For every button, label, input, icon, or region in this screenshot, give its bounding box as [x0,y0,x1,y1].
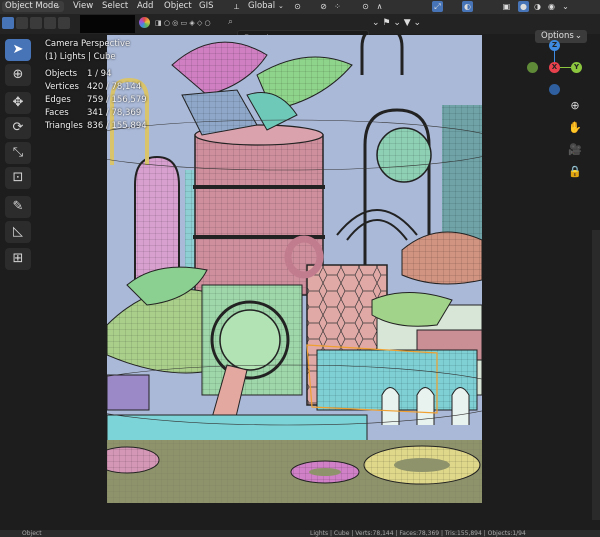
gizmo-x-ball[interactable]: X [549,62,560,73]
orientation-label[interactable]: Global [248,0,275,12]
navigation-gizmo[interactable]: Z X Y [525,38,585,98]
mode-selector[interactable]: Object Mode ⌄ [2,1,64,12]
stat-edges: Edges 759 / 156,579 [45,95,147,105]
measure-tool[interactable]: ◺ [5,221,31,243]
overlay-toggle-icon[interactable]: ◐ [462,1,473,12]
menu-view[interactable]: View [73,0,93,12]
menu-add[interactable]: Add [137,0,153,12]
cursor-tool[interactable]: ⊕ [5,64,31,86]
black-panel [80,15,135,33]
camera-view-icon[interactable]: 🎥 [568,143,582,157]
move-arrows-icon: ✥ [12,95,24,110]
snap-icon[interactable]: ⊘ [318,1,329,12]
viewport-stats-overlay: Camera Perspective (1) Lights | Cube Obj… [45,38,147,133]
transform-tool[interactable]: ⊡ [5,167,31,189]
filter-toggle-icons[interactable]: ⌄ ⚑ ⌄ ▼ ⌄ [372,17,442,29]
transform-icon: ⊡ [12,170,24,185]
mode-label: Object Mode [5,1,59,11]
shading-options-icon[interactable]: ⌄ [560,1,571,12]
view-name: Camera Perspective [45,39,131,49]
menu-object[interactable]: Object [164,0,192,12]
header-bar: Object Mode ⌄ View Select Add Object GIS… [0,0,600,14]
gizmo-toggle-icon[interactable]: ⤢ [432,1,443,12]
proportional-edit-icon[interactable]: ⊙ [360,1,371,12]
stat-objects: Objects 1 / 94 [45,69,112,79]
stat-vertices: Vertices 420 / 78,144 [45,82,142,92]
pencil-icon: ✎ [12,199,24,214]
lock-icon[interactable]: 🔒 [568,165,582,179]
crosshair-icon: ⊕ [12,67,24,82]
select-mode-subtract-icon[interactable] [30,17,42,29]
cursor-arrow-icon: ➤ [12,42,24,57]
camera-viewport[interactable] [107,35,482,503]
visibility-icons[interactable]: ◨ ○ ◎ ▭ ◈ ◇ ○ [155,19,225,27]
shading-solid-icon[interactable]: ● [518,1,529,12]
chevron-down-icon: ⌄ [278,2,284,10]
pan-hand-icon[interactable]: ✋ [568,121,582,135]
orientation-icon: ⟂ [233,2,240,11]
zoom-icon[interactable]: ⊕ [568,99,582,113]
stat-triangles: Triangles 836 / 155,894 [45,121,147,131]
menu-select[interactable]: Select [102,0,128,12]
gizmo-neg-y-ball[interactable] [527,62,538,73]
rotate-tool[interactable]: ⟳ [5,117,31,139]
status-stats: Lights | Cube | Verts:78,144 | Faces:78,… [310,530,526,537]
search-icon: ⌕ [228,17,234,27]
move-tool[interactable]: ✥ [5,92,31,114]
gizmo-neg-z-ball[interactable] [549,84,560,95]
shading-rendered-icon[interactable]: ◉ [546,1,557,12]
chevron-down-icon: ⌄ [55,2,61,10]
snap-settings-icon[interactable]: ⁘ [332,1,343,12]
add-cube-icon: ⊞ [12,251,24,266]
rotate-icon: ⟳ [12,120,24,135]
select-mode-new-icon[interactable] [2,17,14,29]
status-mode: Object [22,530,42,537]
filter-icon[interactable] [139,17,150,28]
select-mode-intersect-icon[interactable] [58,17,70,29]
select-mode-invert-icon[interactable] [44,17,56,29]
tool-settings-bar: ◨ ○ ◎ ▭ ◈ ◇ ○ Search ⌕ ⌄ ⚑ ⌄ ▼ ⌄ Options… [0,14,600,45]
gizmo-y-ball[interactable]: Y [571,62,582,73]
add-cube-tool[interactable]: ⊞ [5,248,31,270]
falloff-icon[interactable]: ∧ [374,1,385,12]
select-mode-extend-icon[interactable] [16,17,28,29]
ruler-icon: ◺ [13,224,23,239]
xray-icon[interactable]: ▣ [501,1,512,12]
select-box-tool[interactable]: ➤ [5,39,31,61]
shading-material-icon[interactable]: ◑ [532,1,543,12]
annotate-tool[interactable]: ✎ [5,196,31,218]
gizmo-z-ball[interactable]: Z [549,40,560,51]
menu-gis[interactable]: GIS [199,0,214,12]
sidebar-edge[interactable] [592,230,600,520]
collection-name: (1) Lights | Cube [45,52,116,62]
scale-tool[interactable]: ⤡ [5,142,31,164]
stat-faces: Faces 341 / 78,369 [45,108,142,118]
pivot-icon[interactable]: ⊙ [292,1,303,12]
scale-icon: ⤡ [12,145,24,160]
scene-render [107,35,482,503]
